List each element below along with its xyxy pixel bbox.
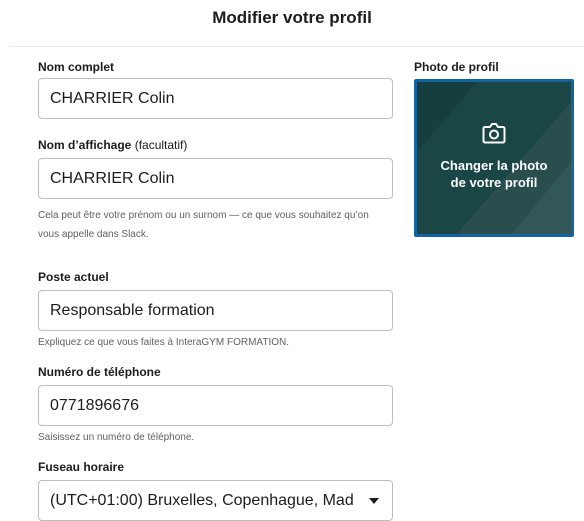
photo-overlay: Changer la photo de votre profil bbox=[417, 122, 571, 191]
photo-label: Photo de profil bbox=[414, 60, 499, 74]
change-photo-label: Changer la photo de votre profil bbox=[440, 158, 548, 190]
display-name-input[interactable] bbox=[38, 158, 393, 199]
chevron-down-icon bbox=[369, 497, 379, 504]
header-divider bbox=[10, 46, 584, 47]
timezone-label: Fuseau horaire bbox=[38, 460, 125, 474]
phone-hint: Saisissez un numéro de téléphone. bbox=[38, 432, 195, 443]
display-name-label: Nom d’affichage (facultatif) bbox=[38, 138, 187, 152]
phone-label: Numéro de téléphone bbox=[38, 365, 161, 379]
display-name-label-text: Nom d’affichage bbox=[38, 138, 132, 152]
change-photo-button[interactable]: Changer la photo de votre profil bbox=[414, 79, 574, 237]
display-name-optional: (facultatif) bbox=[134, 138, 188, 152]
camera-icon bbox=[482, 122, 506, 149]
job-title-input[interactable] bbox=[38, 290, 393, 331]
timezone-value: (UTC+01:00) Bruxelles, Copenhague, Mad bbox=[50, 491, 354, 509]
phone-input[interactable] bbox=[38, 385, 393, 426]
timezone-select[interactable]: (UTC+01:00) Bruxelles, Copenhague, Mad bbox=[38, 480, 393, 521]
job-title-label: Poste actuel bbox=[38, 270, 109, 284]
display-name-hint: Cela peut être votre prénom ou un surnom… bbox=[38, 210, 369, 240]
page-title: Modifier votre profil bbox=[212, 8, 372, 27]
job-title-hint: Expliquez ce que vous faites à InteraGYM… bbox=[38, 337, 290, 348]
full-name-label: Nom complet bbox=[38, 60, 115, 74]
full-name-input[interactable] bbox=[38, 78, 393, 119]
